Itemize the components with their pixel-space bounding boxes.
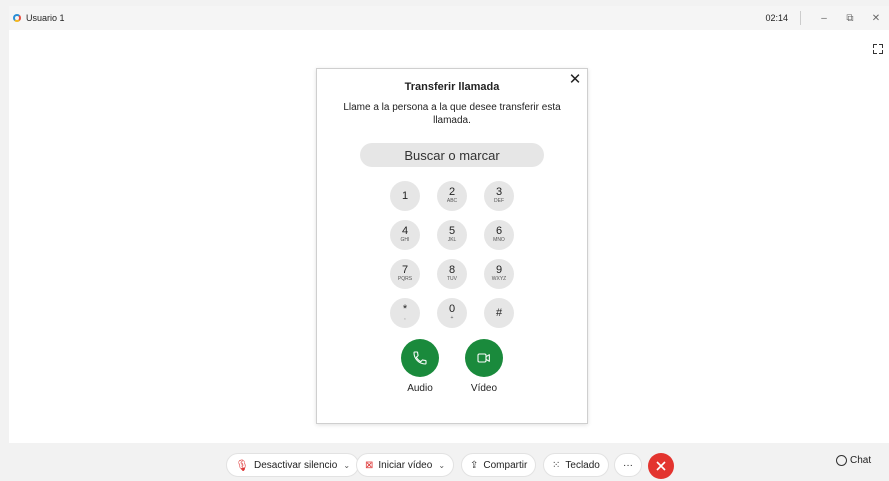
video-off-icon: ⊠ xyxy=(365,459,374,471)
keypad-key-0[interactable]: 0 + xyxy=(437,298,467,328)
audio-call-option: Audio xyxy=(400,339,440,394)
close-window-button[interactable]: ✕ xyxy=(863,13,889,24)
dialog-close-button[interactable]: ✕ xyxy=(567,72,583,88)
dialog-description: Llame a la persona a la que desee transf… xyxy=(343,102,561,126)
call-controls-toolbar: 🎙︎ Desactivar silencio ⌄ ⊠ Iniciar vídeo… xyxy=(0,443,889,481)
close-icon xyxy=(656,461,666,471)
app-logo-icon xyxy=(13,14,21,22)
video-call-button[interactable] xyxy=(465,339,503,377)
mute-label: Desactivar silencio xyxy=(253,459,338,471)
keypad-button[interactable]: ⁙ Teclado xyxy=(543,453,609,477)
restore-button[interactable]: ⧉ xyxy=(837,13,863,24)
chat-label: Chat xyxy=(850,455,872,466)
dial-keypad: 1 2 ABC 3 DEF 4 GHI 5 JKL 6 MNO 7 PQRS 8 TUV 9W… xyxy=(390,181,514,328)
end-call-button[interactable] xyxy=(648,453,674,479)
audio-call-label: Audio xyxy=(407,383,433,394)
start-video-label: Iniciar vídeo xyxy=(378,459,433,471)
chat-bubble-icon xyxy=(836,455,847,466)
keypad-key-3[interactable]: 3 DEF xyxy=(484,181,514,211)
video-camera-icon xyxy=(477,353,490,363)
chat-button[interactable]: Chat xyxy=(836,455,871,466)
call-timer: 02:14 xyxy=(765,13,788,23)
share-button[interactable]: ⇪ Compartir xyxy=(461,453,537,477)
call-stage: ✕ Transferir llamada Llame a la persona … xyxy=(9,30,889,443)
chevron-down-icon[interactable]: ⌄ xyxy=(438,461,445,470)
minimize-button[interactable]: – xyxy=(811,13,837,24)
window-title: Usuario 1 xyxy=(26,13,65,23)
mute-button[interactable]: 🎙︎ Desactivar silencio ⌄ xyxy=(226,453,360,477)
dialog-title: Transferir llamada xyxy=(404,81,500,93)
call-options: Audio Vídeo xyxy=(317,339,587,394)
search-or-dial-input[interactable] xyxy=(360,143,544,167)
keypad-icon: ⁙ xyxy=(552,459,561,471)
keypad-key-hash[interactable]: # xyxy=(484,298,514,328)
more-options-icon: ··· xyxy=(623,459,633,471)
share-label: Compartir xyxy=(483,459,528,471)
phone-icon xyxy=(413,351,427,365)
keypad-key-star[interactable]: *, xyxy=(390,298,420,328)
start-video-button[interactable]: ⊠ Iniciar vídeo ⌄ xyxy=(356,453,455,477)
keypad-label: Teclado xyxy=(565,459,600,471)
chevron-down-icon[interactable]: ⌄ xyxy=(343,461,350,470)
audio-call-button[interactable] xyxy=(401,339,439,377)
title-separator xyxy=(800,11,801,25)
transfer-call-dialog: ✕ Transferir llamada Llame a la persona … xyxy=(316,68,588,424)
microphone-muted-icon: 🎙︎ xyxy=(235,459,249,472)
keypad-key-2[interactable]: 2 ABC xyxy=(437,181,467,211)
share-icon: ⇪ xyxy=(470,459,479,471)
keypad-key-8[interactable]: 8 TUV xyxy=(437,259,467,289)
keypad-key-9[interactable]: 9 WXYZ xyxy=(484,259,514,289)
keypad-key-6[interactable]: 6 MNO xyxy=(484,220,514,250)
title-bar: Usuario 1 02:14 – ⧉ ✕ xyxy=(9,6,889,30)
video-call-option: Vídeo xyxy=(464,339,504,394)
fullscreen-icon[interactable] xyxy=(873,44,883,54)
keypad-key-7[interactable]: 7 PQRS xyxy=(390,259,420,289)
more-options-button[interactable]: ··· xyxy=(614,453,642,477)
video-call-label: Vídeo xyxy=(470,383,498,394)
keypad-key-4[interactable]: 4 GHI xyxy=(390,220,420,250)
keypad-key-5[interactable]: 5 JKL xyxy=(437,220,467,250)
keypad-key-1[interactable]: 1 xyxy=(390,181,420,211)
